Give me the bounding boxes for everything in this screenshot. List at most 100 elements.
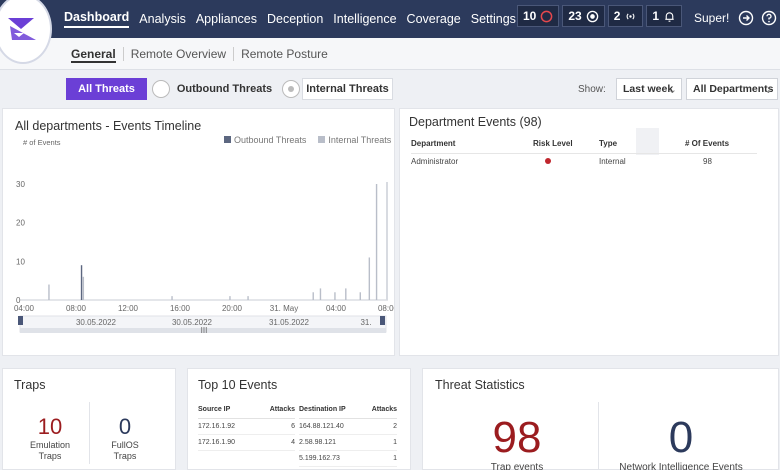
- legend-swatch: [224, 136, 231, 143]
- column-header: Attacks: [362, 402, 397, 419]
- circle-ring-icon: [541, 10, 553, 22]
- alert-badge-broadcast[interactable]: 2: [607, 5, 644, 27]
- column-header[interactable]: Type: [599, 134, 685, 154]
- threat-statistics-title: Threat Statistics: [435, 378, 525, 392]
- period-value: Last week: [623, 83, 674, 95]
- nav-dashboard[interactable]: Dashboard: [64, 10, 129, 28]
- network-intelligence-value: 0: [668, 413, 694, 462]
- internal-threats-button[interactable]: Internal Threats: [302, 78, 393, 100]
- network-intelligence-label: Network Intelligence Events: [619, 462, 743, 470]
- destination-ip-cell: 164.88.121.40: [299, 418, 363, 435]
- x-tick-label: 31. May: [270, 304, 298, 313]
- department-events-title: Department Events (98): [409, 115, 542, 129]
- navigator-right-handle: [380, 316, 385, 325]
- internal-radio[interactable]: [282, 80, 300, 98]
- all-threats-button[interactable]: All Threats: [66, 78, 147, 100]
- chevron-down-icon: ⌄: [667, 84, 677, 96]
- source-ip-cell: 172.16.1.92: [198, 418, 256, 435]
- navigator-date-label: 30.05.2022: [76, 318, 117, 327]
- source-ip-table: Source IP Attacks 172.16.1.92 6 172.16.1.…: [198, 402, 295, 451]
- department-value: All Departments: [693, 83, 774, 95]
- traps-title: Traps: [14, 378, 46, 392]
- table-row[interactable]: 5.199.162.73 1: [299, 450, 397, 467]
- destination-ip-cell: 5.199.162.73: [299, 450, 363, 467]
- table-header-row: Destination IP Attacks: [299, 402, 397, 419]
- department-events-table: Department Risk Level Type # Of Events A…: [411, 134, 757, 170]
- period-select[interactable]: Last week ⌄: [616, 78, 682, 100]
- legend-label: Internal Threats: [328, 135, 392, 145]
- table-row[interactable]: Administrator Internal 98: [411, 153, 757, 170]
- events-cell: 98: [703, 157, 712, 167]
- x-tick-label: 08:00: [378, 304, 394, 313]
- emulation-traps-stat[interactable]: 10 Emulation Traps: [12, 414, 88, 462]
- y-tick-label: 10: [16, 257, 25, 266]
- table-header-row: Source IP Attacks: [198, 402, 295, 419]
- timeline-title: All departments - Events Timeline: [15, 119, 202, 133]
- main-nav: Dashboard Analysis Appliances Deception …: [64, 0, 516, 38]
- outbound-threats-button[interactable]: Outbound Threats: [174, 78, 275, 100]
- column-header: Destination IP: [299, 402, 363, 419]
- column-header: Attacks: [255, 402, 295, 419]
- top-events-title: Top 10 Events: [198, 378, 278, 392]
- table-row[interactable]: 172.16.1.92 6: [198, 418, 295, 435]
- y-tick-label: 30: [16, 180, 25, 189]
- user-menu[interactable]: Super!: [694, 11, 729, 25]
- table-row[interactable]: 164.88.121.40 2: [299, 418, 397, 435]
- filter-bar: All Threats Outbound Threats Internal Th…: [0, 70, 780, 108]
- navigator-date-label: 31.05.2022: [269, 318, 310, 327]
- tab-remote-overview[interactable]: Remote Overview: [124, 47, 235, 61]
- alert-badge-targets[interactable]: 23: [562, 5, 605, 27]
- alert-count: 1: [652, 9, 660, 23]
- nav-coverage[interactable]: Coverage: [407, 12, 461, 26]
- legend-outbound[interactable]: Outbound Threats: [224, 135, 306, 145]
- trap-events-stat[interactable]: 98 Trap events: [452, 414, 582, 470]
- x-tick-label: 20:00: [222, 304, 243, 313]
- outbound-radio[interactable]: [152, 80, 170, 98]
- legend-swatch: [318, 136, 326, 143]
- x-tick-label: 16:00: [170, 304, 191, 313]
- alert-count: 23: [568, 9, 582, 23]
- legend-internal[interactable]: Internal Threats: [318, 135, 391, 145]
- network-intelligence-stat[interactable]: 0 Network Intelligence Events: [608, 414, 754, 470]
- risk-level-cell: [533, 153, 599, 170]
- alert-badge-notifications[interactable]: 1: [646, 5, 683, 27]
- x-tick-label: 04:00: [14, 304, 35, 313]
- attacks-cell: 2: [362, 418, 397, 435]
- alert-count: 10: [523, 9, 537, 23]
- attacks-cell: 1: [362, 434, 397, 451]
- show-label: Show:: [578, 84, 606, 95]
- nav-intelligence[interactable]: Intelligence: [333, 12, 396, 26]
- logout-icon[interactable]: [738, 10, 754, 26]
- x-tick-label: 12:00: [118, 304, 139, 313]
- chevron-down-icon: ⌄: [763, 84, 773, 96]
- fullos-traps-stat[interactable]: 0 FullOS Traps: [92, 414, 158, 462]
- nav-settings[interactable]: Settings: [471, 12, 516, 26]
- nav-appliances[interactable]: Appliances: [196, 12, 257, 26]
- risk-dot: [545, 158, 551, 165]
- nav-analysis[interactable]: Analysis: [139, 12, 186, 26]
- tab-general[interactable]: General: [64, 47, 124, 63]
- tab-label: General: [71, 47, 116, 63]
- alert-count: 2: [613, 9, 621, 23]
- column-header[interactable]: Department: [411, 134, 533, 154]
- events-timeline-chart: 302010004:00 08:00 12:00 16:00 20:00 31. May 0…: [14, 180, 394, 335]
- tab-remote-posture[interactable]: Remote Posture: [234, 47, 335, 61]
- navigator-grip-icon: III: [201, 326, 208, 335]
- department-select[interactable]: All Departments ⌄: [686, 78, 778, 100]
- alert-badge-critical[interactable]: 10: [517, 5, 560, 27]
- navigator-date-label: 31.: [360, 318, 371, 327]
- destination-ip-cell: 2.58.98.121: [299, 434, 363, 451]
- trap-events-label: Trap events: [490, 462, 544, 470]
- attacks-cell: 6: [255, 418, 295, 435]
- x-tick-label: 04:00: [326, 304, 347, 313]
- help-icon[interactable]: [761, 10, 777, 26]
- nav-deception[interactable]: Deception: [267, 12, 323, 26]
- table-row[interactable]: 172.16.1.90 4: [198, 434, 295, 451]
- destination-ip-table: Destination IP Attacks 164.88.121.40 2 2.…: [299, 402, 397, 467]
- table-row[interactable]: 2.58.98.121 1: [299, 434, 397, 451]
- alert-badges: 10 23 2 1: [517, 5, 683, 27]
- column-header[interactable]: Risk Level: [533, 134, 599, 154]
- target-icon: [586, 10, 598, 22]
- broadcast-icon: [626, 13, 635, 19]
- column-header[interactable]: # Of Events: [685, 134, 757, 154]
